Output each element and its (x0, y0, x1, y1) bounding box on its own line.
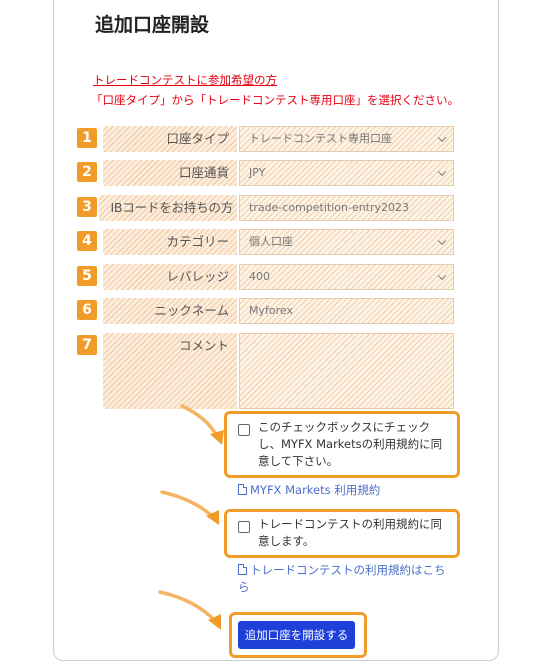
account-type-value: トレードコンテスト専用口座 (249, 132, 392, 145)
step-number-badge: 2 (77, 162, 97, 182)
category-label: カテゴリー (103, 229, 237, 255)
chevron-down-icon (437, 167, 447, 177)
comment-textarea[interactable] (239, 333, 454, 409)
nickname-label: ニックネーム (103, 298, 237, 324)
ib-code-label: IBコードをお持ちの方 (99, 195, 237, 221)
step-number-badge: 7 (77, 335, 97, 355)
step-number-badge: 1 (77, 128, 97, 148)
chevron-down-icon (437, 271, 447, 281)
page-title: 追加口座開設 (95, 14, 210, 36)
contest-notice-text: 「口座タイプ」から「トレードコンテスト専用口座」を選択ください。 (91, 93, 459, 107)
pdf-icon (238, 484, 247, 495)
comment-label: コメント (103, 333, 237, 409)
account-type-select[interactable]: トレードコンテスト専用口座 (239, 126, 454, 152)
form-row-nickname: 6 ニックネーム Myforex (77, 298, 454, 324)
terms-checkbox-label[interactable]: このチェックボックスにチェック し、MYFX Marketsの利用規約に同 意し… (258, 419, 454, 470)
open-account-button[interactable]: 追加口座を開設する (238, 621, 355, 649)
form-row-ib-code: 3 IBコードをお持ちの方 trade-competition-entry202… (77, 195, 454, 221)
nickname-value: Myforex (249, 304, 293, 317)
form-row-category: 4 カテゴリー 個人口座 (77, 229, 454, 255)
step-number-badge: 5 (77, 266, 97, 286)
chevron-down-icon (437, 133, 447, 143)
contest-terms-link[interactable]: トレードコンテストの利用規約はこち ら (238, 562, 458, 596)
leverage-select[interactable]: 400 (239, 264, 454, 290)
step-number-badge: 6 (77, 300, 97, 320)
pdf-icon (238, 564, 247, 575)
form-row-comment: 7 コメント (77, 333, 454, 409)
contest-checkbox[interactable] (238, 521, 250, 533)
contest-checkbox-label[interactable]: トレードコンテストの利用規約に同 意します。 (258, 516, 454, 550)
chevron-down-icon (437, 236, 447, 246)
account-type-label: 口座タイプ (103, 126, 237, 152)
step-number-badge: 3 (77, 197, 97, 217)
terms-link[interactable]: MYFX Markets 利用規約 (238, 482, 380, 499)
ib-code-input[interactable]: trade-competition-entry2023 (239, 195, 454, 221)
nickname-input[interactable]: Myforex (239, 298, 454, 324)
form-row-account-type: 1 口座タイプ トレードコンテスト専用口座 (77, 126, 454, 152)
category-value: 個人口座 (249, 235, 293, 248)
ib-code-value: trade-competition-entry2023 (249, 201, 410, 214)
step-number-badge: 4 (77, 231, 97, 251)
currency-value: JPY (249, 166, 266, 179)
form-row-currency: 2 口座通貨 JPY (77, 160, 454, 186)
terms-checkbox[interactable] (238, 424, 250, 436)
category-select[interactable]: 個人口座 (239, 229, 454, 255)
leverage-value: 400 (249, 270, 270, 283)
contest-notice-link[interactable]: トレードコンテストに参加希望の方 (93, 72, 277, 88)
form-row-leverage: 5 レバレッジ 400 (77, 264, 454, 290)
currency-select[interactable]: JPY (239, 160, 454, 186)
currency-label: 口座通貨 (103, 160, 237, 186)
leverage-label: レバレッジ (103, 264, 237, 290)
